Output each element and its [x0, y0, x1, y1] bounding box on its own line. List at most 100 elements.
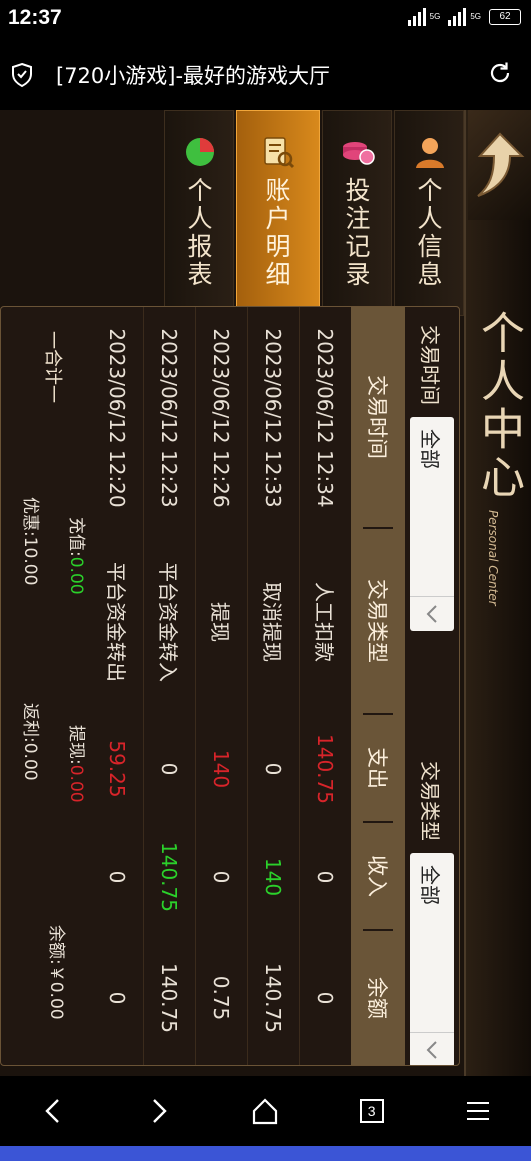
cell-time: 2023/06/12 12:34	[313, 328, 338, 508]
network-type-2: 5G	[470, 12, 481, 21]
cell-expense: 140	[209, 749, 234, 789]
chevron-down-icon	[410, 596, 454, 631]
person-icon	[413, 135, 447, 173]
gesture-bar	[0, 1146, 531, 1161]
table-body: 2023/06/12 12:34 人工扣款 140.75 0 0 2023/06/12 1…	[99, 307, 351, 1066]
discount-label: 优惠:	[20, 497, 40, 537]
cell-type: 提现	[208, 602, 232, 642]
status-bar: 12:37 5G 5G 62	[0, 0, 531, 38]
header-divider	[464, 110, 466, 1076]
tab-label: 个人报表	[184, 177, 213, 289]
type-filter-select[interactable]: 全部	[410, 853, 454, 1066]
table-row: 2023/06/12 12:20 平台资金转出 59.25 0 0	[99, 307, 143, 1066]
cell-time: 2023/06/12 12:23	[157, 328, 182, 508]
cell-time: 2023/06/12 12:20	[105, 328, 130, 508]
status-icons: 5G 5G 62	[407, 8, 521, 26]
browser-address-bar: [720小游戏]-最好的游戏大厅	[0, 38, 531, 110]
type-filter-label: 交易类型	[418, 761, 443, 841]
cell-expense: 0	[157, 762, 182, 776]
shield-check-icon[interactable]	[10, 62, 34, 92]
cell-income: 140	[261, 857, 286, 897]
network-type-1: 5G	[429, 12, 441, 21]
summary-balance: 余额:￥0.00	[46, 925, 71, 1020]
reload-icon[interactable]	[487, 60, 513, 90]
header-subtitle: Personal Center	[486, 510, 500, 606]
column-header-income: 收入	[363, 823, 393, 931]
cell-balance: 0.75	[209, 975, 234, 1021]
cell-time: 2023/06/12 12:26	[209, 328, 234, 508]
recharge-value: 0.00	[66, 556, 86, 595]
cell-type: 人工扣款	[312, 582, 336, 662]
signal-icon-2	[448, 8, 467, 26]
table-row: 2023/06/12 12:34 人工扣款 140.75 0 0	[299, 307, 351, 1066]
back-button[interactable]	[468, 110, 531, 220]
back-nav-button[interactable]	[23, 1081, 83, 1141]
summary: 一合计一 充值:0.00 优惠:10.00 提现:0.00 返利:0.00 余额…	[0, 307, 99, 1066]
summary-rebate: 返利:0.00	[20, 703, 45, 781]
rebate-label: 返利:	[20, 703, 40, 743]
summary-recharge: 充值:0.00	[66, 517, 91, 595]
filter-row: 交易时间 全部 交易类型 全部	[405, 307, 459, 1066]
menu-button[interactable]	[448, 1081, 508, 1141]
details-panel: 交易时间 全部 交易类型 全部 交易时间 交易类型 支出 收入 余额 2023/…	[0, 306, 460, 1066]
tabs-button[interactable]: 3	[342, 1081, 402, 1141]
forward-nav-button[interactable]	[129, 1081, 189, 1141]
time-filter-value: 全部	[418, 429, 443, 469]
cell-income: 0	[209, 870, 234, 884]
balance-label: 余额:	[46, 925, 66, 965]
discount-value: 10.00	[20, 536, 40, 586]
tab-label: 投注记录	[342, 177, 371, 289]
cell-income: 0	[313, 870, 338, 884]
chevron-right-icon	[153, 1099, 167, 1123]
recharge-label: 充值:	[66, 517, 86, 557]
type-filter-value: 全部	[418, 865, 443, 905]
withdraw-label: 提现:	[66, 725, 86, 765]
pie-chart-icon	[183, 135, 217, 173]
tab-betting-records[interactable]: 投注记录	[322, 110, 392, 316]
cell-income: 140.75	[157, 842, 182, 912]
tab-personal-info[interactable]: 个人信息	[394, 110, 464, 316]
table-row: 2023/06/12 12:33 取消提现 0 140 140.75	[247, 307, 299, 1066]
signal-icon	[407, 8, 426, 26]
column-header-type: 交易类型	[363, 529, 393, 715]
time-filter-label: 交易时间	[418, 325, 443, 405]
summary-discount: 优惠:10.00	[20, 497, 45, 585]
cell-expense: 140.75	[313, 734, 338, 804]
column-header-time: 交易时间	[363, 307, 393, 529]
summary-withdraw: 提现:0.00	[66, 725, 91, 803]
cell-type: 平台资金转入	[156, 562, 180, 682]
summary-label: 一合计一	[42, 331, 63, 403]
battery-icon: 62	[489, 9, 521, 25]
chips-icon	[341, 135, 375, 173]
cell-expense: 0	[261, 762, 286, 776]
column-header-expense: 支出	[363, 715, 393, 823]
chevron-left-icon	[45, 1099, 59, 1123]
transactions-table: 交易时间 交易类型 支出 收入 余额 2023/06/12 12:34 人工扣款 1…	[99, 307, 405, 1066]
cell-income: 0	[105, 870, 130, 884]
tab-label: 账户明细	[262, 177, 291, 289]
cell-type: 取消提现	[260, 582, 284, 662]
table-row: 2023/06/12 12:26 提现 140 0 0.75	[195, 307, 247, 1066]
status-time: 12:37	[8, 6, 62, 29]
home-button[interactable]	[235, 1081, 295, 1141]
cell-balance: 0	[105, 991, 130, 1005]
rotated-content: 个人中心 Personal Center 个人信息 投注记录 账户明细 个人报表…	[0, 110, 531, 1076]
page-title[interactable]: [720小游戏]-最好的游戏大厅	[56, 60, 330, 90]
header-title: 个人中心	[473, 310, 524, 502]
tab-account-details[interactable]: 账户明细	[236, 110, 320, 316]
header-title-block: 个人中心 Personal Center	[473, 310, 530, 630]
time-filter-select[interactable]: 全部	[410, 417, 454, 631]
back-arrow-icon	[477, 132, 525, 197]
home-icon	[253, 1098, 278, 1125]
balance-value: ￥0.00	[46, 964, 66, 1020]
side-tabs: 个人信息 投注记录 账户明细 个人报表	[160, 110, 464, 316]
table-header: 交易时间 交易类型 支出 收入 余额	[351, 307, 405, 1066]
tab-count: 3	[359, 1099, 384, 1123]
chevron-down-icon	[410, 1032, 454, 1066]
tab-personal-report[interactable]: 个人报表	[164, 110, 234, 316]
cell-balance: 0	[313, 991, 338, 1005]
column-header-balance: 余额	[365, 977, 389, 1019]
withdraw-value: 0.00	[66, 764, 86, 803]
cell-balance: 140.75	[157, 963, 182, 1033]
cell-time: 2023/06/12 12:33	[261, 328, 286, 508]
